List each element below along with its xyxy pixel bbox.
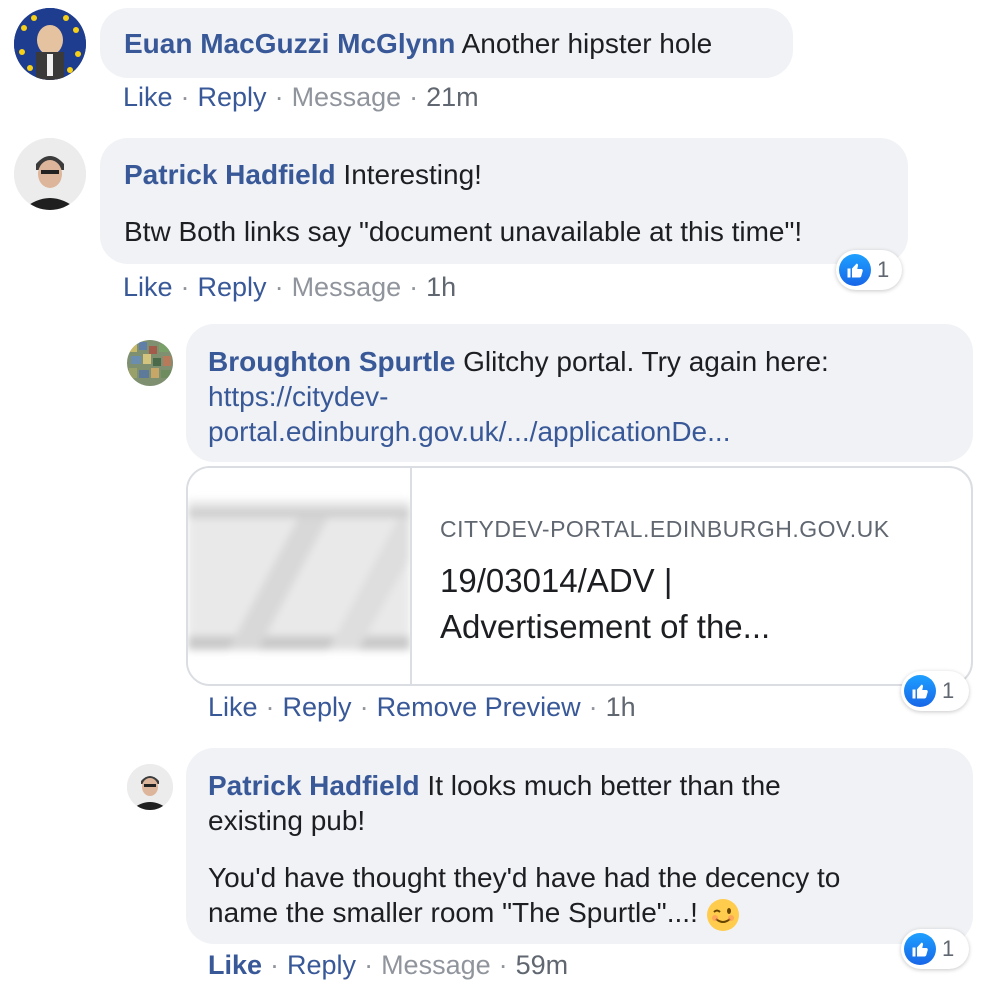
- like-link[interactable]: Like: [208, 692, 258, 722]
- reply-text-line3: You'd have thought they'd have had the d…: [208, 862, 841, 893]
- like-reaction-icon: [904, 933, 936, 965]
- comment-author[interactable]: Patrick Hadfield: [124, 159, 336, 190]
- like-reaction-icon: [904, 675, 936, 707]
- reply-author[interactable]: Broughton Spurtle: [208, 346, 455, 377]
- comment-actions: Like · Reply · Message · 1h: [123, 272, 457, 302]
- reply-link-line1[interactable]: https://citydev-: [208, 379, 951, 414]
- reply-text-line2: existing pub!: [208, 805, 366, 836]
- reply-link-line2[interactable]: portal.edinburgh.gov.uk/.../applicationD…: [208, 414, 951, 449]
- comment-author[interactable]: Euan MacGuzzi McGlynn: [124, 28, 455, 59]
- reply-bubble: Broughton Spurtle Glitchy portal. Try ag…: [186, 324, 973, 462]
- like-link[interactable]: Like: [123, 272, 173, 302]
- like-link[interactable]: Like: [123, 82, 173, 112]
- reply-text: It looks much better than the: [427, 770, 781, 801]
- reaction-summary[interactable]: 1: [836, 250, 902, 290]
- reaction-summary[interactable]: 1: [901, 671, 969, 711]
- reply-link[interactable]: Reply: [283, 692, 352, 722]
- reply-actions: Like · Reply · Remove Preview · 1h: [208, 692, 636, 722]
- comment-bubble: Patrick Hadfield Interesting! Btw Both l…: [100, 138, 908, 264]
- message-link[interactable]: Message: [292, 272, 402, 302]
- message-link[interactable]: Message: [381, 950, 491, 980]
- reply-link[interactable]: Reply: [198, 82, 267, 112]
- comment-actions: Like · Reply · Message · 21m: [123, 82, 479, 112]
- avatar-broughton[interactable]: [127, 340, 173, 386]
- avatar-patrick[interactable]: [14, 138, 86, 210]
- comment-text-line2: Btw Both links say "document unavailable…: [124, 216, 803, 247]
- remove-preview-link[interactable]: Remove Preview: [377, 692, 581, 722]
- avatar-euan[interactable]: [14, 8, 86, 80]
- link-preview-domain: CITYDEV-PORTAL.EDINBURGH.GOV.UK: [440, 516, 890, 542]
- reply-text-line4-wrap: name the smaller room "The Spurtle"...!: [208, 895, 951, 932]
- reply-actions: Like · Reply · Message · 59m: [208, 950, 569, 980]
- reply-author[interactable]: Patrick Hadfield: [208, 770, 420, 801]
- like-reaction-icon: [839, 254, 871, 286]
- timestamp[interactable]: 1h: [426, 272, 456, 302]
- reaction-count: 1: [877, 257, 890, 282]
- avatar-patrick-reply[interactable]: [127, 764, 173, 810]
- reply-link[interactable]: Reply: [287, 950, 356, 980]
- like-link[interactable]: Like: [208, 950, 262, 980]
- link-preview-title-line2: Advertisement of the...: [440, 608, 771, 645]
- timestamp[interactable]: 1h: [606, 692, 636, 722]
- link-preview-title-line1: 19/03014/ADV |: [440, 562, 673, 599]
- comment-bubble: Euan MacGuzzi McGlynn Another hipster ho…: [100, 8, 793, 78]
- message-link[interactable]: Message: [292, 82, 402, 112]
- timestamp[interactable]: 21m: [426, 82, 479, 112]
- timestamp[interactable]: 59m: [516, 950, 569, 980]
- wink-emoji-icon: [706, 898, 740, 932]
- reply-text: Glitchy portal. Try again here:: [463, 346, 829, 377]
- reaction-count: 1: [942, 678, 955, 703]
- link-preview-card[interactable]: CITYDEV-PORTAL.EDINBURGH.GOV.UK 19/03014…: [186, 466, 973, 686]
- comment-text: Another hipster hole: [461, 28, 713, 59]
- reaction-count: 1: [942, 936, 955, 961]
- reaction-summary[interactable]: 1: [901, 929, 969, 969]
- reply-bubble: Patrick Hadfield It looks much better th…: [186, 748, 973, 944]
- reply-link[interactable]: Reply: [198, 272, 267, 302]
- link-preview-title: 19/03014/ADV | Advertisement of the...: [440, 558, 940, 650]
- link-preview-thumbnail: [188, 468, 412, 684]
- reply-text-line4: name the smaller room "The Spurtle"...!: [208, 897, 698, 928]
- comment-text: Interesting!: [343, 159, 482, 190]
